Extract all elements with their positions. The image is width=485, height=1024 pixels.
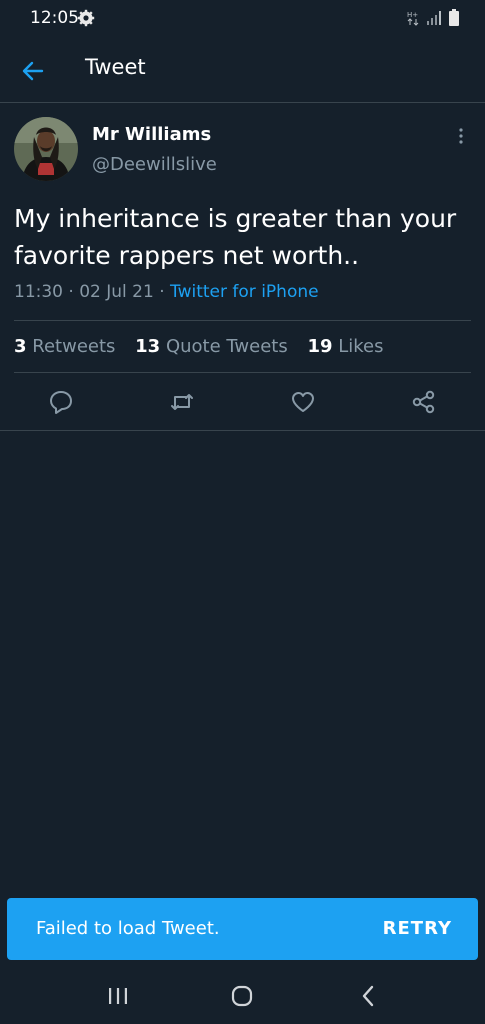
status-bar: 12:05 H+ xyxy=(0,0,485,38)
meta-separator: · xyxy=(159,282,165,302)
meta-separator: · xyxy=(68,282,74,302)
divider xyxy=(14,372,471,373)
home-icon[interactable] xyxy=(228,982,256,1010)
system-nav-bar xyxy=(0,966,485,1024)
error-snackbar: Failed to load Tweet. RETRY xyxy=(7,898,478,960)
author-name[interactable]: Mr Williams xyxy=(92,124,211,145)
more-options-icon[interactable] xyxy=(455,126,467,146)
like-icon[interactable] xyxy=(290,389,316,415)
likes-label: Likes xyxy=(338,336,384,357)
quote-tweets-label: Quote Tweets xyxy=(165,336,288,357)
status-time: 12:05 xyxy=(30,8,79,28)
tweet-source-link[interactable]: Twitter for iPhone xyxy=(170,282,319,302)
retweets-count: 3 xyxy=(14,336,27,357)
back-arrow-icon[interactable] xyxy=(20,58,46,84)
tweet-meta: 11:30 · 02 Jul 21 · Twitter for iPhone xyxy=(14,282,319,302)
battery-icon xyxy=(449,9,459,26)
likes-stat[interactable]: 19 Likes xyxy=(307,336,383,357)
signal-bars-icon xyxy=(427,10,441,25)
reply-icon[interactable] xyxy=(48,389,74,415)
svg-text:H+: H+ xyxy=(407,11,418,19)
data-arrows-icon: H+ xyxy=(407,11,419,26)
avatar[interactable] xyxy=(14,117,78,181)
app-bar: Tweet xyxy=(0,38,485,103)
tweet-date: 02 Jul 21 xyxy=(79,282,154,302)
back-icon[interactable] xyxy=(355,982,383,1010)
share-icon[interactable] xyxy=(411,389,437,415)
tweet-time: 11:30 xyxy=(14,282,63,302)
tweet-text: My inheritance is greater than your favo… xyxy=(14,204,457,270)
quote-tweets-count: 13 xyxy=(135,336,161,357)
divider xyxy=(14,320,471,321)
retweet-icon[interactable] xyxy=(169,389,195,415)
tweet-stats: 3 Retweets 13 Quote Tweets 19 Likes xyxy=(14,336,384,357)
likes-count: 19 xyxy=(307,336,333,357)
retweets-stat[interactable]: 3 Retweets xyxy=(14,336,115,357)
quote-tweets-stat[interactable]: 13 Quote Tweets xyxy=(135,336,288,357)
status-icons: H+ xyxy=(407,9,459,26)
recent-apps-icon[interactable] xyxy=(104,982,132,1010)
snackbar-message: Failed to load Tweet. xyxy=(36,918,220,939)
retweets-label: Retweets xyxy=(32,336,116,357)
page-title: Tweet xyxy=(85,55,146,79)
author-handle[interactable]: @Deewillslive xyxy=(92,154,217,175)
gear-icon xyxy=(77,9,95,27)
divider xyxy=(0,430,485,431)
retry-button[interactable]: RETRY xyxy=(383,918,452,939)
